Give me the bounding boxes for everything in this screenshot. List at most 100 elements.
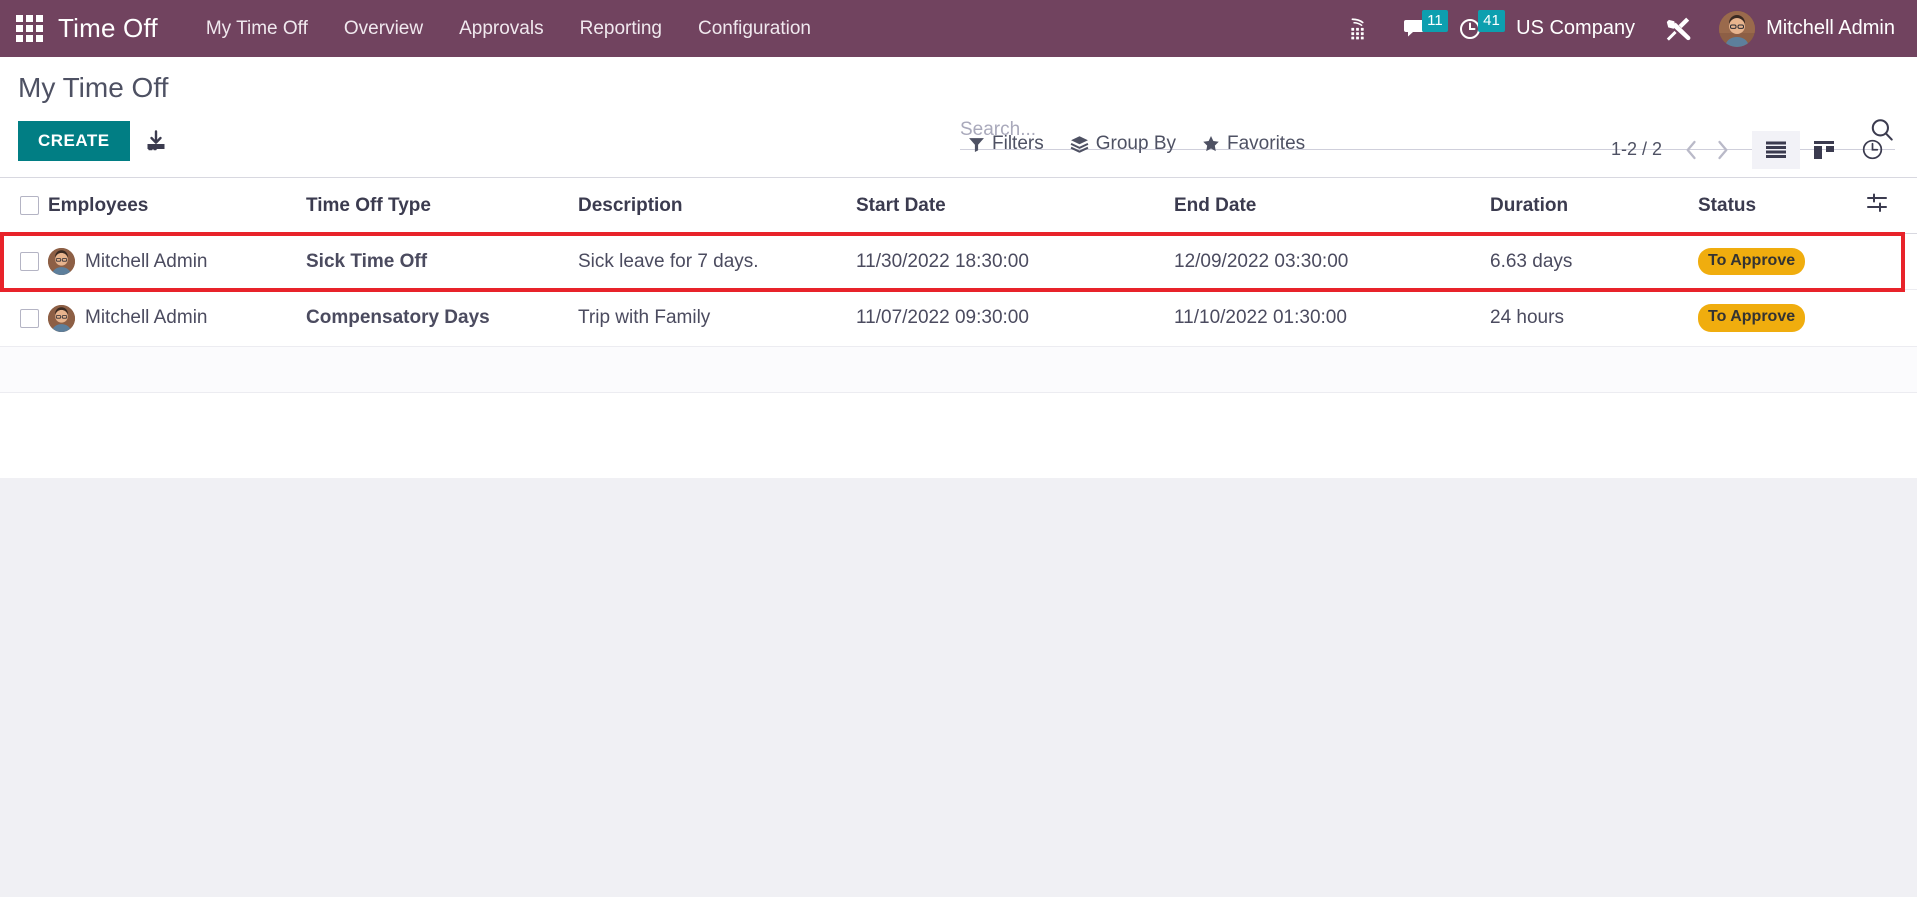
table-row[interactable]: Mitchell Admin Compensatory Days Trip wi… bbox=[0, 289, 1917, 347]
control-panel: My Time Off CREATE Filte bbox=[0, 57, 1917, 178]
avatar-image bbox=[48, 304, 75, 332]
empty-cell bbox=[48, 346, 1917, 393]
layers-stack-icon bbox=[1070, 135, 1089, 153]
column-header-employees[interactable]: Employees bbox=[48, 178, 306, 234]
app-brand-title[interactable]: Time Off bbox=[58, 13, 188, 44]
dialpad-icon bbox=[1351, 17, 1364, 39]
cell-employee: Mitchell Admin bbox=[48, 289, 306, 347]
user-menu[interactable]: Mitchell Admin bbox=[1707, 10, 1901, 47]
cell-row-options bbox=[1866, 233, 1917, 291]
avatar bbox=[48, 304, 75, 332]
status-badge: To Approve bbox=[1698, 304, 1806, 332]
control-panel-bottom-row: CREATE Filters Group By Favorites 1-2 / … bbox=[0, 119, 1917, 177]
cell-status: To Approve bbox=[1698, 289, 1866, 347]
filter-menu-group: Filters Group By Favorites bbox=[968, 133, 1305, 155]
table-header: Employees Time Off Type Description Star… bbox=[0, 178, 1917, 234]
avatar-image bbox=[1719, 10, 1756, 47]
avatar bbox=[48, 248, 75, 276]
dialpad-button[interactable] bbox=[1332, 0, 1388, 57]
tools-icon bbox=[1666, 17, 1691, 41]
create-button[interactable]: CREATE bbox=[18, 121, 130, 161]
cell-duration: 6.63 days bbox=[1490, 233, 1698, 291]
table-row[interactable]: Mitchell Admin Sick Time Off Sick leave … bbox=[0, 233, 1917, 291]
column-header-time-off-type[interactable]: Time Off Type bbox=[306, 178, 578, 234]
row-select-cell bbox=[0, 289, 48, 347]
nav-item-reporting[interactable]: Reporting bbox=[562, 0, 680, 57]
pager-previous-button[interactable] bbox=[1676, 139, 1707, 161]
control-panel-top-row: My Time Off bbox=[0, 57, 1917, 119]
pager-next-button[interactable] bbox=[1707, 139, 1738, 161]
apps-grid-icon bbox=[15, 15, 43, 42]
cell-description: Trip with Family bbox=[578, 289, 856, 347]
view-button-activity[interactable] bbox=[1848, 129, 1897, 170]
activities-count-badge: 41 bbox=[1478, 10, 1505, 32]
filters-label: Filters bbox=[992, 133, 1044, 154]
cell-row-options bbox=[1866, 289, 1917, 347]
select-all-header bbox=[0, 178, 48, 234]
list-view-container: Employees Time Off Type Description Star… bbox=[0, 178, 1917, 478]
cell-start-date: 11/30/2022 18:30:00 bbox=[856, 233, 1174, 291]
cell-status: To Approve bbox=[1698, 233, 1866, 291]
select-all-checkbox[interactable] bbox=[20, 196, 39, 216]
chevron-right-icon bbox=[1718, 140, 1728, 159]
star-icon bbox=[1203, 136, 1219, 152]
cell-time-off-type: Compensatory Days bbox=[306, 289, 578, 347]
favorites-dropdown[interactable]: Favorites bbox=[1202, 133, 1305, 155]
view-button-kanban[interactable] bbox=[1800, 131, 1848, 169]
avatar bbox=[1719, 10, 1756, 47]
developer-tools-button[interactable] bbox=[1649, 0, 1707, 57]
column-header-end-date[interactable]: End Date bbox=[1174, 178, 1490, 234]
group-by-label: Group By bbox=[1095, 133, 1176, 154]
table-body: Mitchell Admin Sick Time Off Sick leave … bbox=[0, 233, 1917, 393]
optional-columns-header[interactable] bbox=[1866, 178, 1917, 234]
apps-menu-toggle[interactable] bbox=[0, 0, 58, 57]
kanban-icon bbox=[1814, 140, 1834, 159]
import-upload-icon bbox=[147, 130, 165, 151]
status-badge: To Approve bbox=[1698, 248, 1806, 276]
filters-dropdown[interactable]: Filters bbox=[968, 133, 1044, 155]
cell-end-date: 11/10/2022 01:30:00 bbox=[1174, 289, 1490, 347]
navbar-right-group: 11 41 US Company Mitchell Admin bbox=[1332, 0, 1901, 57]
nav-item-approvals[interactable]: Approvals bbox=[441, 0, 562, 57]
employee-name: Mitchell Admin bbox=[85, 250, 208, 272]
user-name-label: Mitchell Admin bbox=[1766, 17, 1895, 39]
nav-item-my-time-off[interactable]: My Time Off bbox=[188, 0, 326, 57]
pager-and-views: 1-2 / 2 bbox=[1611, 129, 1897, 170]
column-header-duration[interactable]: Duration bbox=[1490, 178, 1698, 234]
cell-duration: 24 hours bbox=[1490, 289, 1698, 347]
time-off-table: Employees Time Off Type Description Star… bbox=[0, 178, 1917, 393]
view-button-list[interactable] bbox=[1752, 130, 1800, 169]
cell-employee: Mitchell Admin bbox=[48, 233, 306, 291]
view-switcher bbox=[1752, 129, 1897, 170]
group-by-dropdown[interactable]: Group By bbox=[1070, 133, 1176, 155]
cell-end-date: 12/09/2022 03:30:00 bbox=[1174, 233, 1490, 291]
cell-description: Sick leave for 7 days. bbox=[578, 233, 856, 291]
column-header-description[interactable]: Description bbox=[578, 178, 856, 234]
page-title: My Time Off bbox=[18, 72, 169, 103]
column-header-start-date[interactable]: Start Date bbox=[856, 178, 1174, 234]
pager-counter: 1-2 / 2 bbox=[1610, 139, 1662, 159]
top-navbar: Time Off My Time Off Overview Approvals … bbox=[0, 0, 1917, 57]
employee-name: Mitchell Admin bbox=[85, 307, 208, 329]
empty-cell bbox=[0, 346, 48, 393]
table-header-row: Employees Time Off Type Description Star… bbox=[0, 178, 1917, 234]
messages-button[interactable]: 11 bbox=[1388, 0, 1448, 57]
avatar-image bbox=[48, 248, 75, 276]
column-header-status[interactable]: Status bbox=[1698, 178, 1866, 234]
company-switcher[interactable]: US Company bbox=[1498, 17, 1649, 40]
cell-time-off-type: Sick Time Off bbox=[306, 233, 578, 291]
row-checkbox[interactable] bbox=[20, 252, 39, 272]
filter-funnel-icon bbox=[969, 137, 984, 152]
nav-item-overview[interactable]: Overview bbox=[326, 0, 441, 57]
page-background bbox=[0, 478, 1917, 897]
row-select-cell bbox=[0, 233, 48, 291]
table-empty-row bbox=[0, 346, 1917, 393]
nav-item-configuration[interactable]: Configuration bbox=[680, 0, 829, 57]
import-records-button[interactable] bbox=[130, 129, 182, 153]
favorites-label: Favorites bbox=[1227, 133, 1306, 154]
row-checkbox[interactable] bbox=[20, 308, 39, 328]
chevron-left-icon bbox=[1686, 140, 1696, 159]
cell-start-date: 11/07/2022 09:30:00 bbox=[856, 289, 1174, 347]
column-settings-icon bbox=[1867, 193, 1887, 212]
activities-button[interactable]: 41 bbox=[1444, 0, 1505, 57]
